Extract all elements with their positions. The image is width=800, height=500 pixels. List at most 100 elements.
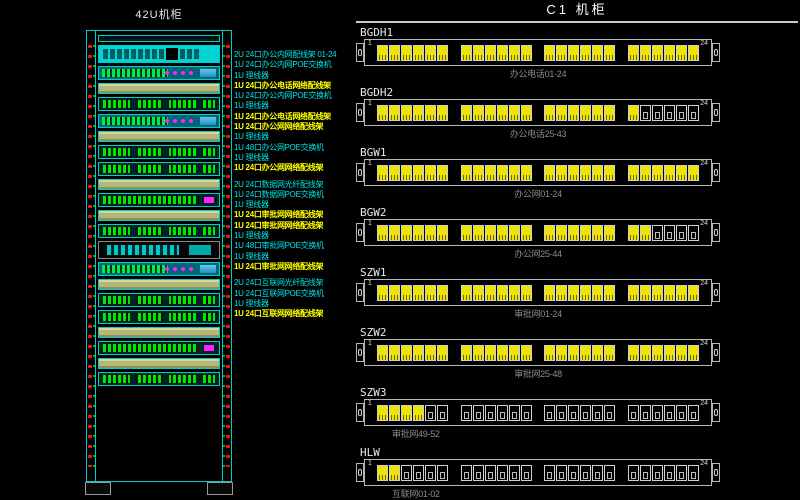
rj45-port-free (640, 465, 651, 481)
rj45-port-free (652, 405, 663, 421)
patch-panel-body: 124 (364, 99, 712, 126)
patch-panel-caption: 审批网25-48 (356, 367, 720, 380)
patch-panel: 124 (356, 279, 720, 306)
rj45-port-free (664, 105, 675, 121)
port-group (544, 465, 615, 481)
rj45-port-used (485, 105, 496, 121)
rj45-port-used (413, 45, 424, 61)
rj45-port-used (628, 165, 639, 181)
rack-module-manager (98, 179, 220, 190)
rj45-port-used (640, 165, 651, 181)
port-number-first: 1 (368, 220, 372, 227)
port-group (544, 405, 615, 421)
rj45-port-used (389, 105, 400, 121)
rj45-port-used (413, 345, 424, 361)
rj45-port-free (676, 465, 687, 481)
mounting-ear-right (712, 43, 720, 62)
rj45-port-used (628, 105, 639, 121)
patch-panel-caption: 审批网49-52 (356, 427, 720, 440)
mounting-hole-rail-right (226, 45, 230, 467)
rack-module-stack (95, 31, 223, 481)
patch-panel-body: 124 (364, 279, 712, 306)
port-group (377, 285, 448, 301)
patch-panel-block: HLW124互联网01-02 (356, 446, 798, 500)
equipment-label: 1U 理线器 (234, 252, 356, 262)
rj45-port-used (640, 45, 651, 61)
rj45-port-used (377, 105, 388, 121)
port-number-first: 1 (368, 160, 372, 167)
rj45-port-used (425, 165, 436, 181)
mounting-ear-right (712, 343, 720, 362)
rj45-port-used (544, 225, 555, 241)
rj45-port-free (521, 465, 532, 481)
rj45-port-used (401, 165, 412, 181)
rj45-port-free (413, 465, 424, 481)
rj45-port-free (568, 405, 579, 421)
rj45-port-used (425, 345, 436, 361)
rj45-port-used (676, 345, 687, 361)
rj45-port-free (497, 405, 508, 421)
rj45-port-used (437, 165, 448, 181)
port-group (628, 465, 699, 481)
port-group (461, 105, 532, 121)
rj45-port-used (568, 345, 579, 361)
port-group (377, 45, 448, 61)
rack-module-manager (98, 327, 220, 338)
rj45-port-free (485, 465, 496, 481)
rj45-port-used (592, 225, 603, 241)
patch-panel-caption: 办公网25-44 (356, 247, 720, 260)
port-number-last: 24 (700, 460, 708, 467)
equipment-label: 2U 24口互联网光纤配线架 (234, 278, 356, 288)
rj45-port-free (544, 465, 555, 481)
equipment-label: 1U 24口办公电话网络配线架 (234, 81, 356, 91)
rj45-port-free (628, 405, 639, 421)
rj45-port-used (628, 285, 639, 301)
rj45-port-used (377, 165, 388, 181)
patch-panel-name: BGDH1 (360, 26, 798, 39)
rj45-port-used (521, 225, 532, 241)
rj45-port-used (377, 345, 388, 361)
patch-panel-name: BGW2 (360, 206, 798, 219)
rj45-port-used (509, 105, 520, 121)
rack-module-patch-green (98, 145, 220, 159)
rj45-port-used (389, 225, 400, 241)
rj45-port-used (580, 45, 591, 61)
rj45-port-used (688, 45, 699, 61)
equipment-label: 1U 理线器 (234, 153, 356, 163)
rj45-port-used (580, 345, 591, 361)
rj45-port-used (568, 165, 579, 181)
port-group (544, 45, 615, 61)
rj45-port-used (568, 105, 579, 121)
patch-panel-caption: 审批网01-24 (356, 307, 720, 320)
rj45-port-used (652, 165, 663, 181)
port-group (544, 345, 615, 361)
rj45-port-used (497, 105, 508, 121)
patch-panel: 124 (356, 159, 720, 186)
rj45-port-free (556, 405, 567, 421)
rj45-port-used (592, 285, 603, 301)
rj45-port-free (521, 405, 532, 421)
rj45-port-used (580, 105, 591, 121)
rj45-port-used (652, 345, 663, 361)
mounting-ear-left (356, 283, 364, 302)
port-group (544, 165, 615, 181)
rj45-port-free (652, 465, 663, 481)
rj45-port-used (568, 45, 579, 61)
rj45-port-free (688, 105, 699, 121)
rj45-port-used (389, 345, 400, 361)
equipment-label: 1U 24口互联网POE交换机 (234, 289, 356, 299)
rj45-port-used (473, 165, 484, 181)
rj45-port-used (580, 225, 591, 241)
equipment-label: 1U 24口办公网网络配线架 (234, 163, 356, 173)
rj45-port-used (640, 345, 651, 361)
mounting-ear-left (356, 163, 364, 182)
mounting-hole-rail-left (88, 45, 92, 467)
rack-module-switch (98, 66, 220, 80)
rj45-port-used (497, 165, 508, 181)
rack-module-patch-green (98, 293, 220, 307)
equipment-label: 1U 48口审批网POE交换机 (234, 241, 356, 251)
mounting-ear-right (712, 223, 720, 242)
rj45-port-used (437, 285, 448, 301)
rj45-port-free (688, 405, 699, 421)
patch-panel-block: BGDH2124办公电话25-43 (356, 86, 798, 140)
